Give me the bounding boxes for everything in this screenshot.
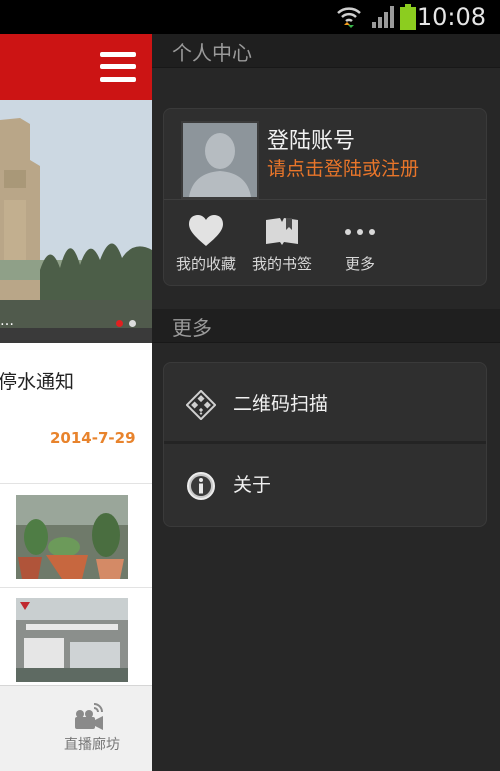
list-item[interactable] <box>0 483 152 587</box>
avatar[interactable] <box>181 121 259 199</box>
bookmark-icon <box>266 218 298 245</box>
account-card: 登陆账号 请点击登陆或注册 我的收藏 我的书签 更多 <box>163 108 487 286</box>
my-bookmarks-button[interactable]: 我的书签 <box>244 213 320 275</box>
hamburger-menu-icon[interactable] <box>100 50 136 84</box>
news-headline-item[interactable]: 停水通知 2014-7-29 <box>0 343 152 483</box>
underlying-app-panel[interactable]: … 停水通知 2014-7-29 直播廊坊 <box>0 34 152 771</box>
about-menu-item[interactable]: 关于 <box>164 444 486 522</box>
live-broadcast-label: 直播廊坊 <box>64 737 120 753</box>
carousel-dot[interactable] <box>129 320 136 327</box>
qr-code-icon <box>186 390 216 420</box>
banner-caption: … <box>0 313 14 329</box>
more-menu-card: 二维码扫描 关于 <box>163 362 487 527</box>
status-bar: 10:08 <box>0 0 500 34</box>
wifi-icon <box>337 7 361 28</box>
more-label: 更多 <box>344 255 375 273</box>
carousel-dot-active[interactable] <box>116 320 123 327</box>
list-item[interactable] <box>0 587 152 691</box>
battery-icon <box>400 4 416 30</box>
my-favorites-button[interactable]: 我的收藏 <box>168 213 244 275</box>
heart-icon <box>189 215 223 246</box>
app-header <box>0 34 152 100</box>
login-register-link[interactable]: 请点击登陆或注册 <box>267 154 419 181</box>
signal-icon <box>372 6 394 28</box>
video-camera-icon <box>75 703 103 730</box>
info-icon <box>187 472 215 500</box>
my-bookmarks-label: 我的书签 <box>251 255 312 273</box>
news-list <box>0 483 152 719</box>
monument-photo <box>0 100 152 343</box>
section-header-personal: 个人中心 <box>152 34 500 68</box>
news-date: 2014-7-29 <box>50 429 136 447</box>
divider <box>164 199 486 200</box>
section-title: 更多 <box>172 316 212 340</box>
section-header-more: 更多 <box>152 309 500 343</box>
qr-scan-menu-item[interactable]: 二维码扫描 <box>164 363 486 444</box>
user-silhouette-icon <box>183 123 257 197</box>
qr-scan-label: 二维码扫描 <box>233 393 329 415</box>
about-label: 关于 <box>233 474 272 496</box>
banner-image[interactable]: … <box>0 100 152 343</box>
news-headline: 停水通知 <box>0 371 75 393</box>
side-drawer: 个人中心 登陆账号 请点击登陆或注册 我的收藏 我的书签 更多 更多 二维码扫描… <box>152 34 500 771</box>
more-button[interactable]: 更多 <box>322 213 398 275</box>
cactus-thumbnail <box>16 495 128 579</box>
my-favorites-label: 我的收藏 <box>175 255 236 273</box>
clock: 10:08 <box>416 3 486 31</box>
more-dots-icon <box>345 229 375 235</box>
live-broadcast-tab[interactable]: 直播廊坊 <box>52 700 132 760</box>
bottom-nav: 直播廊坊 <box>0 685 152 771</box>
section-title: 个人中心 <box>172 41 252 65</box>
login-account-title[interactable]: 登陆账号 <box>267 123 355 155</box>
factory-thumbnail <box>16 598 128 682</box>
